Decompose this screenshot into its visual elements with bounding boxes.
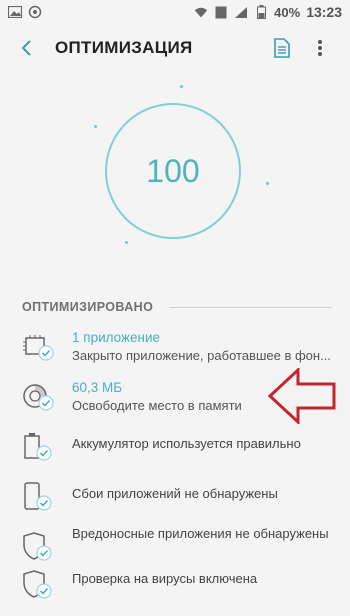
signal-icon (234, 5, 248, 19)
status-left (8, 5, 42, 19)
optimization-score: 100 (146, 152, 200, 189)
item-text: Сбои приложений не обнаружены (72, 486, 278, 501)
gauge-dot (125, 241, 128, 244)
status-right: 40% 13:23 (194, 4, 342, 20)
back-button[interactable] (14, 36, 38, 60)
wifi-icon (194, 5, 208, 19)
status-bar: 40% 13:23 (0, 0, 350, 24)
item-title: 60,3 МБ (72, 380, 123, 395)
item-text: Вредоносные приложения не обнаружены (72, 526, 329, 541)
sync-icon (28, 5, 42, 19)
battery-icon (254, 5, 268, 19)
gauge-dot (180, 85, 183, 88)
item-text: Аккумулятор используется правильно (72, 436, 301, 451)
gauge-dot (94, 125, 97, 128)
list-item-virus-scan[interactable]: Проверка на вирусы включена (0, 566, 350, 616)
clock: 13:23 (306, 4, 342, 20)
chip-check-icon (23, 335, 54, 361)
more-vert-icon (318, 40, 322, 56)
list-item-battery[interactable]: Аккумулятор используется правильно (0, 426, 350, 476)
battery-check-icon (24, 433, 52, 461)
page-title: ОПТИМИЗАЦИЯ (55, 38, 193, 57)
shield-check-icon (23, 532, 52, 561)
sim-icon (214, 5, 228, 19)
image-icon (8, 5, 22, 19)
section-divider (170, 307, 332, 308)
report-button[interactable] (270, 36, 294, 60)
item-text: Проверка на вирусы включена (72, 571, 258, 586)
battery-percent: 40% (274, 4, 301, 20)
document-icon (274, 38, 290, 58)
item-subtitle: Закрыто приложение, работавшее в фон... (72, 348, 331, 363)
gauge-dot (266, 182, 269, 185)
arrow-left-annotation (268, 368, 336, 424)
more-options-button[interactable] (308, 36, 332, 60)
storage-check-icon (23, 384, 54, 411)
section-title: ОПТИМИЗИРОВАНО (22, 300, 154, 314)
app-bar: ОПТИМИЗАЦИЯ (0, 24, 350, 72)
shield-check-icon (23, 570, 52, 599)
list-item-app-crashes[interactable]: Сбои приложений не обнаружены (0, 476, 350, 526)
item-title: 1 приложение (72, 330, 161, 345)
phone-check-icon (24, 482, 52, 511)
arrow-back-icon (21, 40, 31, 56)
optimization-score-gauge: 100 (105, 103, 241, 239)
